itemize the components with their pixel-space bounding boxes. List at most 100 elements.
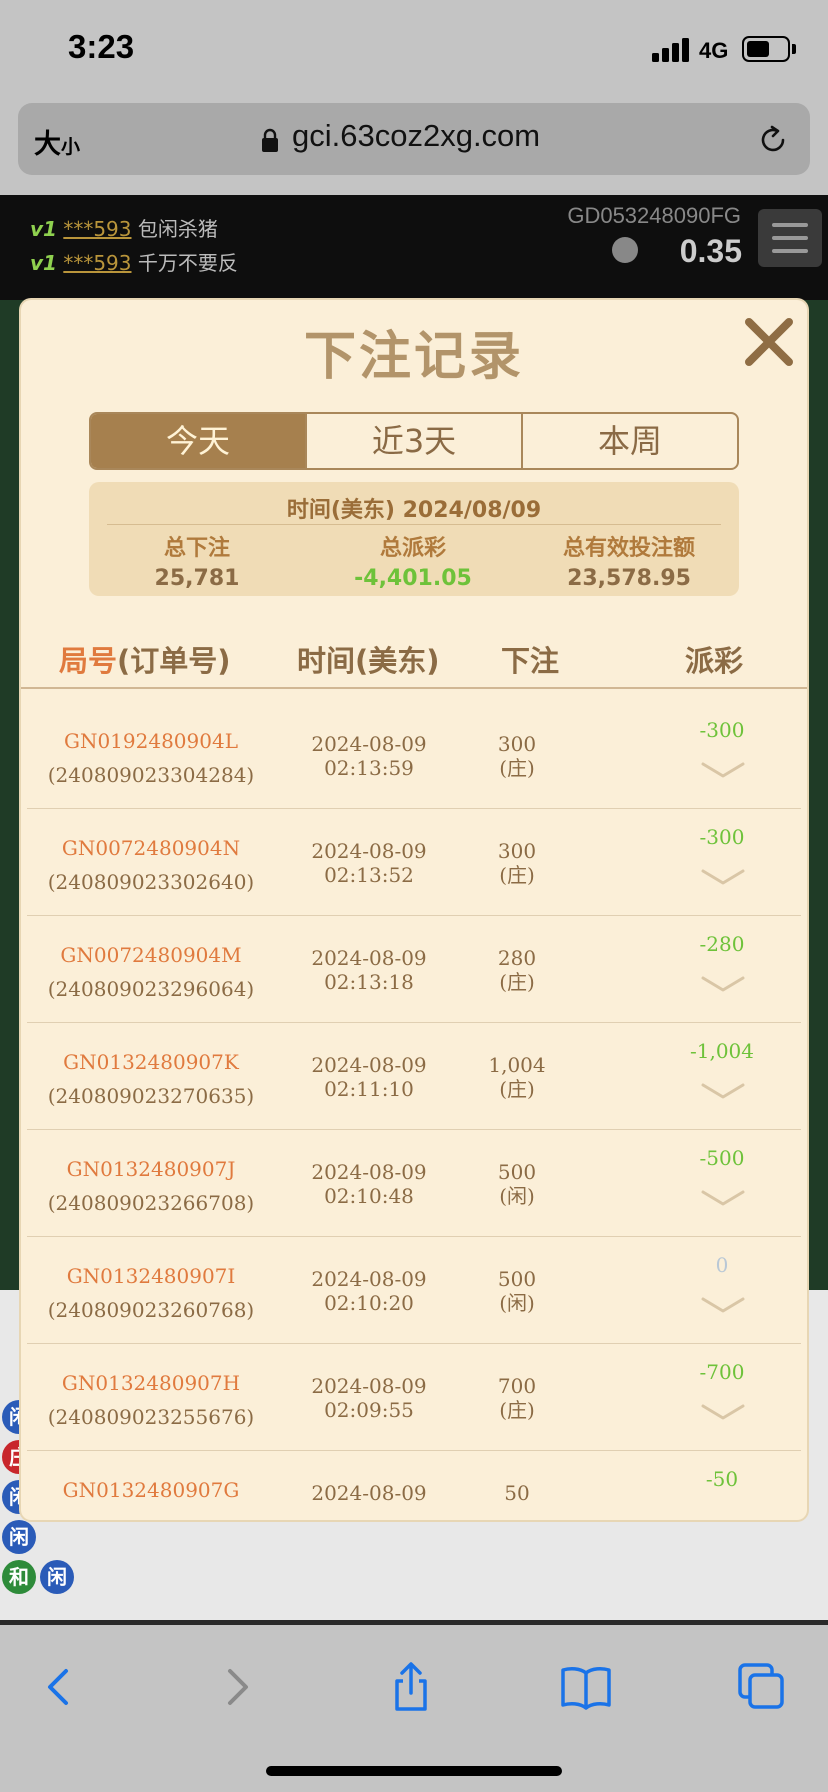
chevron-down-icon[interactable] bbox=[701, 1188, 745, 1210]
bet-time: 02:10:20 bbox=[324, 1291, 414, 1315]
order-number: (240809023302640) bbox=[47, 870, 255, 894]
bet-time: 02:13:18 bbox=[324, 970, 414, 994]
roadmap-dot: 闲 bbox=[40, 1560, 74, 1594]
bet-date: 2024-08-09 bbox=[311, 839, 427, 863]
payout-value: -300 bbox=[699, 718, 745, 742]
time-cell: 2024-08-09 02:10:48 bbox=[287, 1160, 451, 1208]
chevron-down-icon[interactable] bbox=[701, 760, 745, 782]
tabs-icon[interactable] bbox=[736, 1661, 788, 1713]
balance: 0.35 bbox=[679, 233, 742, 269]
bet-cell: 300 (庄) bbox=[467, 732, 567, 780]
order-number: (240809023304284) bbox=[47, 763, 255, 787]
close-icon[interactable] bbox=[739, 312, 799, 372]
chevron-down-icon[interactable] bbox=[701, 974, 745, 996]
game-number: GN0072480904N bbox=[61, 836, 241, 860]
chevron-down-icon[interactable] bbox=[701, 1295, 745, 1317]
payout-value: -1,004 bbox=[689, 1039, 754, 1063]
bet-amount: 1,004 bbox=[488, 1053, 546, 1077]
chevron-down-icon[interactable] bbox=[701, 1081, 745, 1103]
bet-amount: 500 bbox=[497, 1160, 537, 1184]
coin-icon bbox=[612, 237, 638, 263]
bet-record-modal: 下注记录 今天 近3天 本周 时间(美东) 2024/08/09 总下注 25,… bbox=[21, 300, 807, 1520]
order-number: (240809023266708) bbox=[47, 1191, 255, 1215]
bet-amount: 280 bbox=[497, 946, 537, 970]
bet-amount: 300 bbox=[497, 839, 537, 863]
time-cell: 2024-08-09 02:13:52 bbox=[287, 839, 451, 887]
bet-record-list[interactable]: GN0192480904L (240809023304284) 2024-08-09… bbox=[21, 702, 807, 1520]
table-row[interactable]: GN0132480907G 2024-08-09 50 -50 bbox=[27, 1451, 801, 1520]
text-size-button[interactable]: 大小 bbox=[34, 122, 80, 161]
bet-cell: 500 (闲) bbox=[467, 1267, 567, 1315]
date-range-tabs: 今天 近3天 本周 bbox=[89, 412, 739, 470]
tab-last-3-days[interactable]: 近3天 bbox=[307, 414, 523, 468]
round-cell: GN0132480907J (240809023266708) bbox=[31, 1152, 271, 1220]
header-divider bbox=[21, 687, 807, 689]
bet-date: 2024-08-09 bbox=[311, 1160, 427, 1184]
round-cell: GN0132480907K (240809023270635) bbox=[31, 1045, 271, 1113]
bet-cell: 1,004 (庄) bbox=[467, 1053, 567, 1101]
vip-badge: v1 bbox=[30, 217, 57, 241]
summary-divider bbox=[107, 524, 721, 525]
round-cell: GN0192480904L (240809023304284) bbox=[31, 724, 271, 792]
chat-message: v1 ***593 包闲杀猪 bbox=[30, 213, 218, 242]
bet-side: (庄) bbox=[499, 1398, 535, 1422]
payout-value: -280 bbox=[699, 932, 745, 956]
bet-cell: 280 (庄) bbox=[467, 946, 567, 994]
vip-badge: v1 bbox=[30, 251, 57, 275]
menu-button[interactable] bbox=[758, 209, 822, 267]
bookmarks-icon[interactable] bbox=[560, 1661, 612, 1713]
reload-icon[interactable] bbox=[757, 124, 789, 156]
chevron-down-icon[interactable] bbox=[701, 867, 745, 889]
battery-icon bbox=[742, 36, 790, 62]
bet-amount: 700 bbox=[497, 1374, 537, 1398]
table-row[interactable]: GN0072480904M (240809023296064) 2024-08-09… bbox=[27, 916, 801, 1023]
bet-date: 2024-08-09 bbox=[311, 1481, 427, 1505]
bet-time: 02:13:59 bbox=[324, 756, 414, 780]
bet-amount: 300 bbox=[497, 732, 537, 756]
round-cell: GN0132480907H (240809023255676) bbox=[31, 1366, 271, 1434]
payout-value: -300 bbox=[699, 825, 745, 849]
time-cell: 2024-08-09 02:10:20 bbox=[287, 1267, 451, 1315]
chat-text: 千万不要反 bbox=[137, 251, 238, 275]
bet-cell: 700 (庄) bbox=[467, 1374, 567, 1422]
payout-value: -500 bbox=[699, 1146, 745, 1170]
total-bet-value: 25,781 bbox=[154, 566, 240, 591]
table-row[interactable]: GN0072480904N (240809023302640) 2024-08-09… bbox=[27, 809, 801, 916]
bet-cell: 300 (庄) bbox=[467, 839, 567, 887]
back-icon[interactable] bbox=[34, 1661, 86, 1713]
bet-side: (闲) bbox=[499, 1291, 535, 1315]
bet-time: 02:11:10 bbox=[324, 1077, 414, 1101]
bet-date: 2024-08-09 bbox=[311, 1053, 427, 1077]
bet-side: (闲) bbox=[499, 1184, 535, 1208]
table-row[interactable]: GN0132480907J (240809023266708) 2024-08-09… bbox=[27, 1130, 801, 1237]
total-bet-label: 总下注 bbox=[163, 536, 230, 561]
table-row[interactable]: GN0132480907I (240809023260768) 2024-08-09… bbox=[27, 1237, 801, 1344]
column-payout: 派彩 bbox=[685, 644, 744, 678]
forward-icon[interactable] bbox=[210, 1661, 262, 1713]
time-cell: 2024-08-09 02:11:10 bbox=[287, 1053, 451, 1101]
share-icon[interactable] bbox=[385, 1661, 437, 1713]
time-cell: 2024-08-09 02:09:55 bbox=[287, 1374, 451, 1422]
order-number: (240809023270635) bbox=[47, 1084, 255, 1108]
summary-date-value: 2024/08/09 bbox=[402, 498, 542, 523]
summary-panel: 时间(美东) 2024/08/09 总下注 25,781 总派彩 -4,401.… bbox=[89, 482, 739, 596]
table-row[interactable]: GN0132480907K (240809023270635) 2024-08-09… bbox=[27, 1023, 801, 1130]
bet-time: 02:13:52 bbox=[324, 863, 414, 887]
bet-amount: 50 bbox=[504, 1481, 530, 1505]
tab-today[interactable]: 今天 bbox=[91, 414, 307, 468]
table-row[interactable]: GN0192480904L (240809023304284) 2024-08-09… bbox=[27, 702, 801, 809]
tab-this-week[interactable]: 本周 bbox=[523, 414, 737, 468]
table-row[interactable]: GN0132480907H (240809023255676) 2024-08-09… bbox=[27, 1344, 801, 1451]
url-text[interactable]: gci.63coz2xg.com bbox=[292, 118, 540, 154]
chat-message: v1 ***593 千万不要反 bbox=[30, 247, 238, 276]
status-time: 3:23 bbox=[68, 28, 135, 65]
column-round-b: (订单号) bbox=[117, 644, 231, 678]
summary-total-valid: 总有效投注额 23,578.95 bbox=[521, 530, 737, 591]
bet-time: 02:09:55 bbox=[324, 1398, 414, 1422]
chevron-down-icon[interactable] bbox=[701, 1402, 745, 1424]
payout-value: -50 bbox=[705, 1467, 739, 1491]
game-number: GN0132480907H bbox=[61, 1371, 241, 1395]
bet-date: 2024-08-09 bbox=[311, 732, 427, 756]
bet-side: (庄) bbox=[499, 863, 535, 887]
bet-date: 2024-08-09 bbox=[311, 1267, 427, 1291]
